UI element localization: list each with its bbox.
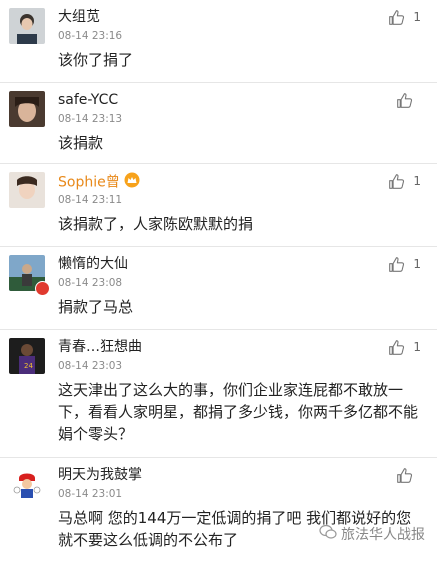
like-button[interactable]: 1 — [388, 254, 421, 274]
comment-text: 该捐款了，人家陈欧默默的捐 — [58, 215, 254, 233]
watermark: 旅法华人战报 — [319, 524, 425, 544]
thumbs-up-icon — [396, 467, 413, 484]
like-count: 1 — [413, 174, 421, 188]
comment-text: 捐款了马总 — [58, 298, 134, 316]
timestamp: 08-14 23:03 — [58, 360, 123, 372]
avatar[interactable]: 24 — [9, 338, 45, 374]
comment-text: 这天津出了这么大的事，你们企业家连屁都不敢放一下，看看人家明星，都捐了多少钱，你… — [58, 381, 419, 443]
username[interactable]: 青春…狂想曲 — [58, 338, 142, 356]
timestamp: 08-14 23:08 — [58, 277, 123, 289]
username[interactable]: safe-YCC — [58, 91, 118, 109]
avatar[interactable] — [9, 466, 45, 502]
avatar[interactable] — [9, 8, 45, 44]
like-button[interactable]: 1 — [388, 171, 421, 191]
avatar[interactable] — [9, 91, 45, 127]
thumbs-up-icon — [388, 173, 405, 190]
username[interactable]: 懒惰的大仙 — [58, 255, 128, 273]
svg-text:24: 24 — [24, 362, 33, 370]
comment-text: 该捐款 — [58, 134, 104, 152]
wechat-icon — [319, 524, 337, 544]
comment-item: 明天为我鼓掌 08-14 23:01 马总啊 您的144万一定低调的捐了吧 我们… — [0, 458, 437, 571]
like-count: 1 — [413, 10, 421, 24]
watermark-text: 旅法华人战报 — [341, 527, 425, 543]
timestamp: 08-14 23:11 — [58, 194, 123, 206]
like-count: 1 — [413, 257, 421, 271]
timestamp: 08-14 23:13 — [58, 113, 123, 125]
like-button[interactable] — [396, 90, 421, 110]
comment-item: 懒惰的大仙 08-14 23:08 捐款了马总 1 — [0, 247, 437, 330]
comment-text: 该你了捐了 — [58, 51, 134, 69]
thumbs-up-icon — [396, 92, 413, 109]
comment-item: 大组苋 08-14 23:16 该你了捐了 1 — [0, 0, 437, 83]
vip-crown-icon — [124, 172, 140, 193]
comment-item: safe-YCC 08-14 23:13 该捐款 — [0, 83, 437, 164]
timestamp: 08-14 23:01 — [58, 488, 123, 500]
username[interactable]: 明天为我鼓掌 — [58, 466, 142, 484]
thumbs-up-icon — [388, 9, 405, 26]
thumbs-up-icon — [388, 256, 405, 273]
username[interactable]: Sophie曾 — [58, 172, 140, 193]
avatar[interactable] — [9, 172, 45, 208]
username-text: Sophie曾 — [58, 174, 120, 191]
comment-item: 24 青春…狂想曲 08-14 23:03 这天津出了这么大的事，你们企业家连屁… — [0, 330, 437, 458]
thumbs-up-icon — [388, 339, 405, 356]
username[interactable]: 大组苋 — [58, 8, 100, 26]
like-count: 1 — [413, 340, 421, 354]
verified-badge-icon — [35, 281, 50, 296]
like-button[interactable]: 1 — [388, 7, 421, 27]
like-button[interactable]: 1 — [388, 337, 421, 357]
timestamp: 08-14 23:16 — [58, 30, 123, 42]
like-button[interactable] — [396, 465, 421, 485]
comment-item: Sophie曾 08-14 23:11 该捐款了，人家陈欧默默的捐 1 — [0, 164, 437, 247]
